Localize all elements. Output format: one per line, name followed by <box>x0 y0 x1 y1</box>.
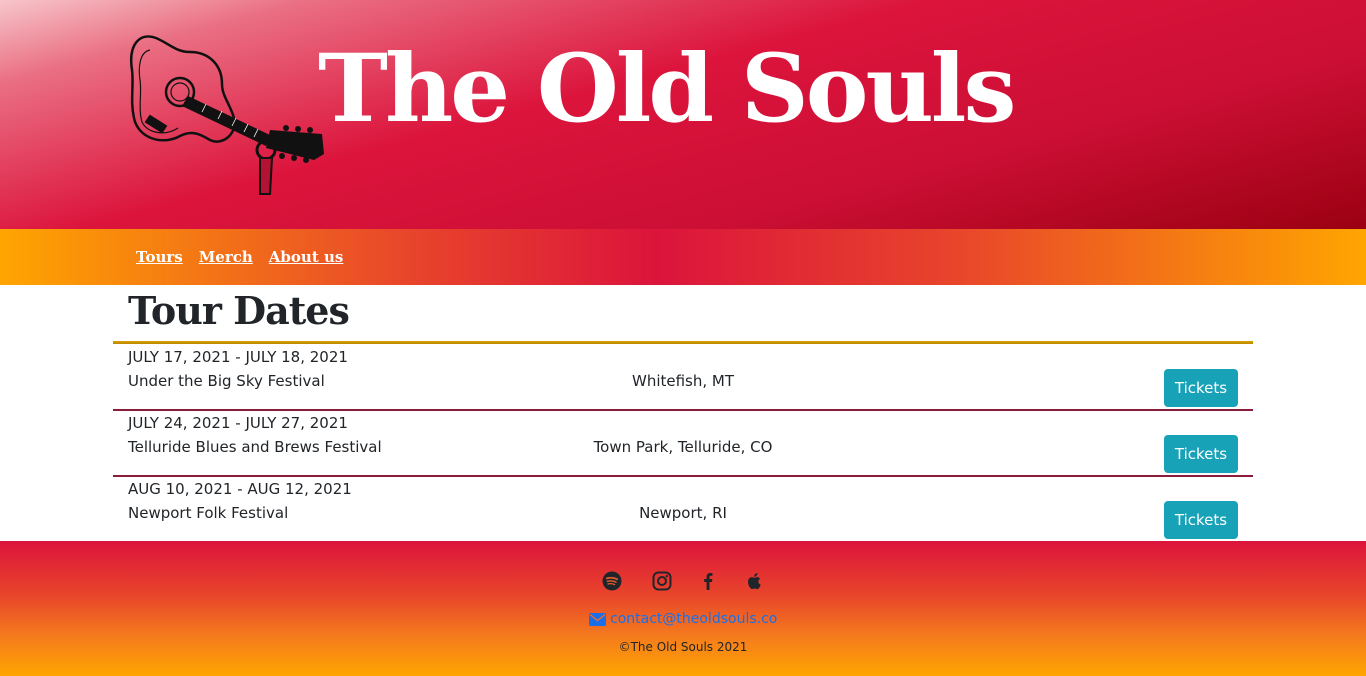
tour-event-name: Newport Folk Festival <box>128 504 289 522</box>
nav-link-tours[interactable]: Tours <box>136 248 183 266</box>
tour-event-name: Under the Big Sky Festival <box>128 372 325 390</box>
nav-link-merch[interactable]: Merch <box>199 248 253 266</box>
facebook-icon[interactable] <box>696 569 720 593</box>
nav-link-about-us[interactable]: About us <box>269 248 344 266</box>
tour-row: JULY 17, 2021 - JULY 18, 2021 Under the … <box>113 345 1253 411</box>
tickets-button[interactable]: Tickets <box>1164 369 1238 407</box>
tickets-button[interactable]: Tickets <box>1164 501 1238 539</box>
tour-venue: Town Park, Telluride, CO <box>593 438 773 456</box>
tour-row: AUG 10, 2021 - AUG 12, 2021 Newport Folk… <box>113 477 1253 543</box>
tour-date: JULY 24, 2021 - JULY 27, 2021 <box>128 414 348 432</box>
tour-date: AUG 10, 2021 - AUG 12, 2021 <box>128 480 352 498</box>
instagram-icon[interactable] <box>650 569 674 593</box>
spotify-icon[interactable] <box>600 569 624 593</box>
band-name-title: The Old Souls <box>318 34 1016 144</box>
tickets-button[interactable]: Tickets <box>1164 435 1238 473</box>
guitar-icon <box>129 35 324 195</box>
site-header: The Old Souls <box>0 0 1366 229</box>
tour-event-name: Telluride Blues and Brews Festival <box>128 438 382 456</box>
envelope-icon <box>589 612 606 626</box>
contact-email-link[interactable]: contact@theoldsouls.co <box>589 609 777 629</box>
tour-venue: Newport, RI <box>639 504 727 522</box>
tour-row: JULY 24, 2021 - JULY 27, 2021 Telluride … <box>113 411 1253 477</box>
social-links <box>600 569 766 593</box>
tour-date: JULY 17, 2021 - JULY 18, 2021 <box>128 348 348 366</box>
site-footer: contact@theoldsouls.co ©The Old Souls 20… <box>0 541 1366 676</box>
heading-divider <box>113 341 1253 344</box>
main-nav: Tours Merch About us <box>0 229 1366 285</box>
copyright-text: ©The Old Souls 2021 <box>618 640 748 654</box>
apple-icon[interactable] <box>742 569 766 593</box>
tour-venue: Whitefish, MT <box>631 372 735 390</box>
contact-email-text: contact@theoldsouls.co <box>610 611 778 627</box>
tour-dates-section: Tour Dates JULY 17, 2021 - JULY 18, 2021… <box>113 285 1253 541</box>
tour-dates-heading: Tour Dates <box>128 288 350 333</box>
